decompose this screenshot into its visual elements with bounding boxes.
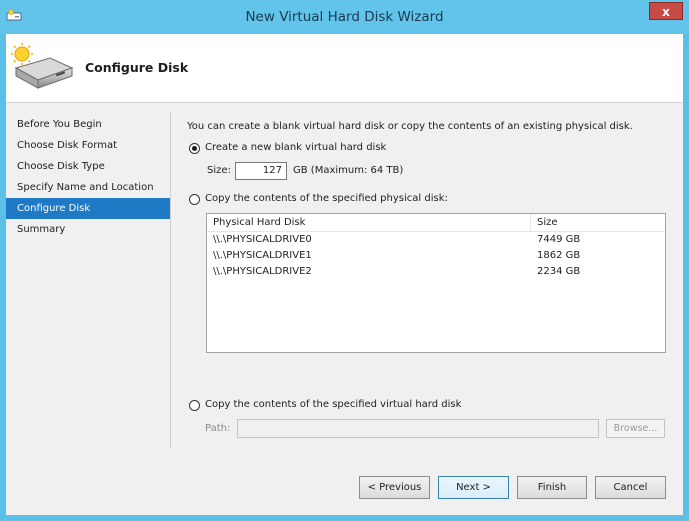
- create-new-disk-label[interactable]: Create a new blank virtual hard disk: [205, 142, 386, 153]
- table-row[interactable]: \\.\PHYSICALDRIVE0 7449 GB: [207, 232, 665, 248]
- disk-size: 2234 GB: [537, 266, 581, 277]
- steps-divider: [170, 112, 171, 448]
- step-before-you-begin[interactable]: Before You Begin: [6, 114, 170, 135]
- cancel-button[interactable]: Cancel: [595, 476, 666, 499]
- close-button[interactable]: x: [649, 2, 683, 20]
- next-button[interactable]: Next >: [438, 476, 509, 499]
- step-summary[interactable]: Summary: [6, 219, 170, 240]
- disk-name: \\.\PHYSICALDRIVE2: [213, 266, 312, 277]
- physical-disk-table: Physical Hard Disk Size \\.\PHYSICALDRIV…: [206, 213, 666, 353]
- copy-virtual-disk-label[interactable]: Copy the contents of the specified virtu…: [205, 399, 461, 410]
- step-configure-disk[interactable]: Configure Disk: [6, 198, 170, 219]
- table-row[interactable]: \\.\PHYSICALDRIVE1 1862 GB: [207, 248, 665, 264]
- intro-text: You can create a blank virtual hard disk…: [187, 121, 633, 132]
- size-input[interactable]: 127: [235, 162, 287, 180]
- disk-size: 1862 GB: [537, 250, 581, 261]
- column-header-size[interactable]: Size: [531, 214, 665, 232]
- step-choose-disk-format[interactable]: Choose Disk Format: [6, 135, 170, 156]
- wizard-steps: Before You Begin Choose Disk Format Choo…: [6, 114, 170, 240]
- radio-copy-physical-disk[interactable]: [189, 194, 200, 205]
- browse-button[interactable]: Browse...: [606, 419, 665, 438]
- radio-copy-virtual-disk[interactable]: [189, 400, 200, 411]
- virtual-disk-icon: [11, 43, 74, 89]
- page-heading: Configure Disk: [85, 60, 189, 75]
- copy-physical-disk-label[interactable]: Copy the contents of the specified physi…: [205, 193, 448, 204]
- finish-button[interactable]: Finish: [517, 476, 587, 499]
- size-unit-note: GB (Maximum: 64 TB): [293, 165, 404, 176]
- window-title: New Virtual Hard Disk Wizard: [245, 9, 444, 25]
- table-row[interactable]: \\.\PHYSICALDRIVE2 2234 GB: [207, 264, 665, 280]
- wizard-header: Configure Disk: [6, 34, 683, 103]
- disk-size: 7449 GB: [537, 234, 581, 245]
- column-header-physical-hard-disk[interactable]: Physical Hard Disk: [207, 214, 531, 232]
- size-label: Size:: [207, 165, 231, 176]
- radio-create-new-disk[interactable]: [189, 143, 200, 154]
- wizard-client: Configure Disk Before You Begin Choose D…: [6, 34, 683, 515]
- step-choose-disk-type[interactable]: Choose Disk Type: [6, 156, 170, 177]
- path-input[interactable]: [237, 419, 599, 438]
- path-label: Path:: [205, 423, 231, 434]
- previous-button[interactable]: < Previous: [359, 476, 430, 499]
- title-bar: New Virtual Hard Disk Wizard x: [0, 0, 689, 34]
- step-specify-name-location[interactable]: Specify Name and Location: [6, 177, 170, 198]
- disk-name: \\.\PHYSICALDRIVE1: [213, 250, 312, 261]
- disk-name: \\.\PHYSICALDRIVE0: [213, 234, 312, 245]
- close-icon: x: [662, 5, 670, 19]
